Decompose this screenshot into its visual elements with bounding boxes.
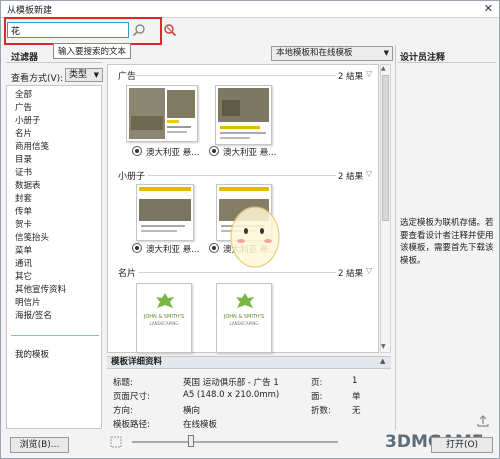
filter-item[interactable]: 目录 bbox=[15, 153, 32, 165]
category-count: 2 結果 bbox=[338, 269, 364, 279]
collapse-icon[interactable]: ▽ bbox=[366, 169, 372, 178]
leaf-icon bbox=[236, 293, 254, 308]
designer-notes-text: 选定模板为联机存储。若要查看设计者注释并使用该模板，需要首先下载该模板。 bbox=[400, 218, 494, 266]
clear-search-icon[interactable] bbox=[163, 23, 177, 37]
detail-value: 无 bbox=[352, 406, 361, 416]
collapse-icon[interactable]: ▽ bbox=[366, 69, 372, 78]
detail-value: 英国 运动俱乐部 - 广告 1 bbox=[183, 378, 279, 388]
category-count: 2 結果 bbox=[338, 72, 364, 82]
detail-value: 单 bbox=[352, 392, 361, 402]
filter-item[interactable]: 全部 bbox=[15, 88, 32, 100]
filter-item[interactable]: 明信片 bbox=[15, 296, 41, 308]
filter-item[interactable]: 贺卡 bbox=[15, 218, 32, 230]
detail-value: 横向 bbox=[183, 406, 201, 416]
collapse-details-icon[interactable]: ▲ bbox=[380, 357, 385, 365]
filter-item[interactable]: 其它 bbox=[15, 270, 32, 282]
search-icon[interactable] bbox=[132, 23, 146, 37]
search-tooltip: 输入要搜索的文本 bbox=[53, 43, 132, 59]
category-label: 广告 bbox=[118, 72, 137, 82]
filter-item[interactable]: 通讯 bbox=[15, 257, 32, 269]
card-name-line: JOHN & SMITH'S bbox=[223, 314, 265, 320]
template-thumbnail[interactable] bbox=[126, 85, 198, 142]
divider bbox=[136, 75, 336, 76]
filter-item[interactable]: 其他宣传资料 bbox=[15, 283, 66, 295]
dialog-window: 从模板新建 ✕ 输入要搜索的文本 过滤器 查看方式(V): 类型 ▼ 全部 广告… bbox=[0, 0, 500, 459]
divider bbox=[11, 335, 99, 336]
template-gallery: 广告 2 結果 ▽ 澳大利亚 悬... 澳大利亚 悬... 小册子 2 結果 ▽ bbox=[107, 64, 379, 353]
card-name-line: JOHN & SMITH'S bbox=[143, 314, 185, 320]
template-source-dropdown[interactable]: 本地模板和在线模板 ▼ bbox=[271, 46, 393, 61]
filter-item[interactable]: 数据表 bbox=[15, 179, 41, 191]
chevron-down-icon: ▼ bbox=[383, 49, 389, 57]
view-by-dropdown[interactable]: 类型 ▼ bbox=[65, 68, 103, 82]
avatar-icon bbox=[209, 146, 219, 156]
template-thumbnail[interactable]: JOHN & SMITH'S LANDSCAPING bbox=[216, 283, 272, 353]
filter-item[interactable]: 菜单 bbox=[15, 244, 32, 256]
author-label: 澳大利亚 悬... bbox=[223, 148, 277, 158]
filter-item[interactable]: 海报/签名 bbox=[15, 309, 52, 321]
category-count: 2 結果 bbox=[338, 172, 364, 182]
divider bbox=[398, 62, 496, 63]
search-input[interactable] bbox=[7, 22, 129, 38]
divider bbox=[395, 45, 396, 430]
detail-value: 1 bbox=[352, 376, 358, 386]
filter-item[interactable]: 信笺抬头 bbox=[15, 231, 49, 243]
view-by-value: 类型 bbox=[69, 70, 88, 80]
divider bbox=[148, 175, 336, 176]
browse-button[interactable]: 浏览(B)... bbox=[10, 437, 69, 453]
author-label: 澳大利亚 悬... bbox=[146, 245, 200, 255]
template-thumbnail[interactable] bbox=[136, 184, 194, 241]
close-icon[interactable]: ✕ bbox=[484, 2, 493, 15]
open-button[interactable]: 打开(O) bbox=[431, 437, 493, 453]
mascot-illustration bbox=[230, 206, 280, 268]
category-label: 名片 bbox=[118, 269, 137, 279]
chevron-down-icon: ▼ bbox=[93, 71, 99, 79]
filter-item[interactable]: 商用信笺 bbox=[15, 140, 49, 152]
card-sub-line: LANDSCAPING bbox=[149, 321, 179, 326]
avatar-icon bbox=[209, 243, 219, 253]
template-source-value: 本地模板和在线模板 bbox=[276, 48, 353, 58]
category-label: 小册子 bbox=[118, 172, 146, 182]
filter-item[interactable]: 名片 bbox=[15, 127, 32, 139]
template-thumbnail[interactable]: JOHN & SMITH'S LANDSCAPING bbox=[136, 283, 192, 353]
avatar-icon bbox=[132, 146, 142, 156]
author-label: 澳大利亚 悬... bbox=[146, 148, 200, 158]
detail-label: 方向: bbox=[113, 406, 133, 416]
detail-label: 折数: bbox=[311, 406, 331, 416]
filter-item[interactable]: 封套 bbox=[15, 192, 32, 204]
detail-label: 页面尺寸: bbox=[113, 392, 150, 402]
my-templates-item[interactable]: 我的模板 bbox=[15, 348, 49, 360]
details-header: 模板详细资料 bbox=[107, 356, 391, 369]
card-sub-line: LANDSCAPING bbox=[229, 321, 259, 326]
detail-label: 模板路径: bbox=[113, 420, 150, 430]
title-bar bbox=[1, 1, 499, 18]
template-thumbnail[interactable] bbox=[215, 85, 272, 145]
filter-item[interactable]: 证书 bbox=[15, 166, 32, 178]
divider bbox=[6, 62, 102, 63]
scroll-up-icon[interactable]: ▲ bbox=[381, 65, 386, 72]
filter-item[interactable]: 广告 bbox=[15, 101, 32, 113]
detail-label: 页: bbox=[311, 378, 323, 388]
window-title: 从模板新建 bbox=[7, 6, 53, 16]
zoom-slider-track[interactable] bbox=[132, 441, 338, 443]
detail-label: 面: bbox=[311, 392, 323, 402]
view-by-label: 查看方式(V): bbox=[11, 74, 64, 84]
detail-label: 标题: bbox=[113, 378, 133, 388]
thumbnail-size-icon bbox=[110, 436, 122, 448]
scrollbar-thumb[interactable] bbox=[382, 75, 389, 221]
detail-value: A5 (148.0 x 210.0mm) bbox=[183, 390, 280, 400]
avatar-icon bbox=[132, 243, 142, 253]
filter-item[interactable]: 小册子 bbox=[15, 114, 41, 126]
filter-list: 全部 广告 小册子 名片 商用信笺 目录 证书 数据表 封套 传单 贺卡 信笺抬… bbox=[6, 85, 102, 429]
leaf-icon bbox=[156, 293, 174, 308]
filter-item[interactable]: 传单 bbox=[15, 205, 32, 217]
scroll-down-icon[interactable]: ▼ bbox=[381, 343, 386, 350]
upload-icon[interactable] bbox=[476, 414, 490, 428]
zoom-slider-handle[interactable] bbox=[188, 435, 194, 447]
collapse-icon[interactable]: ▽ bbox=[366, 266, 372, 275]
detail-value: 在线模板 bbox=[183, 420, 218, 430]
